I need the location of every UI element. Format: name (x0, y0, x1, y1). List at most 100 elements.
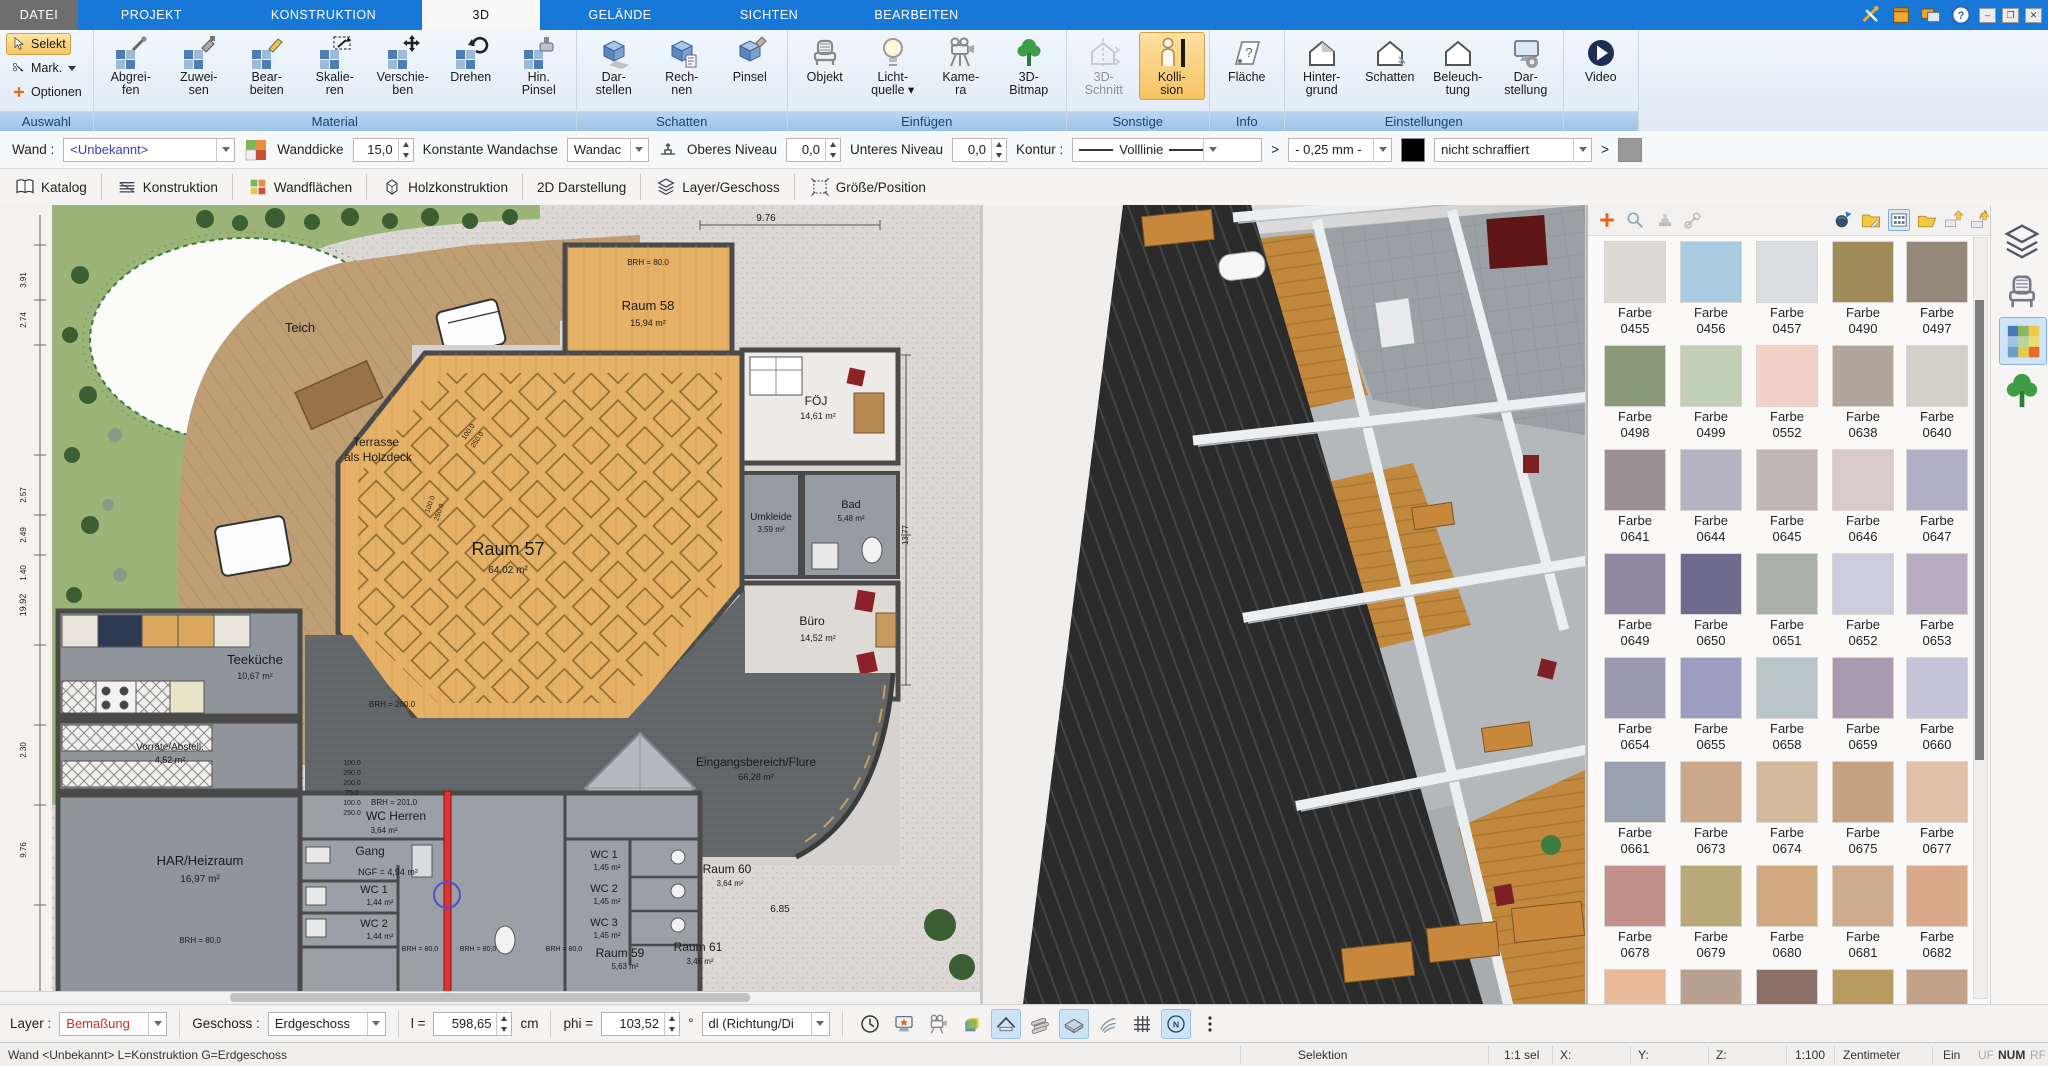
plants-icon[interactable] (1999, 369, 2045, 415)
ribbon-button-schatten[interactable]: Schatten (1357, 32, 1423, 87)
viewport-3d[interactable] (983, 205, 1585, 1004)
color-swatch-0645[interactable] (1756, 449, 1818, 511)
chevron-down-icon[interactable] (1203, 139, 1221, 161)
color-swatch-partial[interactable] (1756, 969, 1818, 1004)
menu-tab-projekt[interactable]: PROJEKT (78, 0, 225, 30)
line-color-swatch[interactable] (1401, 138, 1425, 162)
north-button[interactable]: N (1161, 1009, 1191, 1039)
color-swatch-partial[interactable] (1906, 969, 1968, 1004)
ribbon-button-mark[interactable]: Mark. (6, 57, 81, 79)
stamp-icon[interactable] (1654, 209, 1676, 231)
chevron-down-icon[interactable] (367, 1013, 385, 1035)
tools-icon[interactable] (1859, 3, 1883, 27)
menu-tab-sichten[interactable]: SICHTEN (700, 0, 838, 30)
fill-color-swatch[interactable] (1618, 138, 1642, 162)
color-swatch-0490[interactable] (1832, 241, 1894, 303)
view-tab-konstruktion[interactable]: Konstruktion (102, 169, 232, 205)
chevron-down-icon[interactable] (1373, 139, 1391, 161)
render-button[interactable] (889, 1009, 919, 1039)
layers-icon[interactable] (1999, 219, 2045, 265)
maximize-button[interactable]: ❐ (2002, 8, 2019, 23)
terrain-button[interactable] (1093, 1009, 1123, 1039)
color-swatch-0660[interactable] (1906, 657, 1968, 719)
color-swatch-0644[interactable] (1680, 449, 1742, 511)
color-swatch-0677[interactable] (1906, 761, 1968, 823)
color-swatch-0674[interactable] (1756, 761, 1818, 823)
menu-tab-3d[interactable]: 3D (422, 0, 540, 30)
add-icon[interactable] (1596, 209, 1618, 231)
length-spinner[interactable]: 598,65 (433, 1012, 512, 1036)
ribbon-button-beleuchtung[interactable]: Beleuch- tung (1425, 32, 1491, 100)
color-swatch-0682[interactable] (1906, 865, 1968, 927)
ribbon-button-selekt[interactable]: Selekt (6, 33, 71, 55)
hatch-combo[interactable]: nicht schraffiert (1434, 138, 1592, 162)
view-tab-holzkonstruktion[interactable]: Holzkonstruktion (367, 169, 522, 205)
import-icon[interactable] (1968, 209, 1990, 231)
chevron-down-icon[interactable] (216, 139, 234, 161)
roof-button[interactable] (991, 1009, 1021, 1039)
menu-tab-datei[interactable]: DATEI (0, 0, 78, 30)
time-button[interactable] (855, 1009, 885, 1039)
help-icon[interactable]: ? (1949, 3, 1973, 27)
project-icon[interactable] (1889, 3, 1913, 27)
view-tab-2d-darstellung[interactable]: 2D Darstellung (523, 169, 640, 205)
color-swatch-partial[interactable] (1604, 969, 1666, 1004)
record-button[interactable] (923, 1009, 953, 1039)
color-swatch-0647[interactable] (1906, 449, 1968, 511)
search-icon[interactable] (1624, 209, 1646, 231)
palette-scrollbar[interactable] (1973, 237, 1988, 999)
color-swatch-0497[interactable] (1906, 241, 1968, 303)
colors-icon[interactable] (1999, 317, 2047, 365)
color-swatch-0650[interactable] (1680, 553, 1742, 615)
color-swatch-0681[interactable] (1832, 865, 1894, 927)
export-icon[interactable] (1942, 209, 1964, 231)
wanddicke-spinner[interactable]: 15,0 (353, 138, 414, 162)
layer-cube-button[interactable] (957, 1009, 987, 1039)
scrollbar-thumb[interactable] (230, 993, 750, 1002)
ribbon-button-kollision[interactable]: Kolli- sion (1139, 32, 1205, 100)
view-tab-wandfl-chen[interactable]: Wandflächen (233, 169, 366, 205)
capture-icon[interactable] (1919, 3, 1943, 27)
color-swatch-0649[interactable] (1604, 553, 1666, 615)
wand-type-combo[interactable]: <Unbekannt> (63, 138, 235, 162)
layer-combo[interactable]: Bemaßung (59, 1012, 167, 1036)
ribbon-button-optionen[interactable]: Optionen (6, 81, 87, 103)
ribbon-button-drehen[interactable]: Drehen (438, 32, 504, 87)
ribbon-button-3dbitmap[interactable]: 3D- Bitmap (996, 32, 1062, 100)
color-swatch-0653[interactable] (1906, 553, 1968, 615)
color-swatch-0654[interactable] (1604, 657, 1666, 719)
ribbon-button-abgreifen[interactable]: Abgrei- fen (98, 32, 164, 100)
color-swatch-0675[interactable] (1832, 761, 1894, 823)
ribbon-button-fläche[interactable]: ?Fläche (1214, 32, 1280, 87)
menu-tab-konstruktion[interactable]: KONSTRUKTION (225, 0, 422, 30)
color-swatch-0680[interactable] (1756, 865, 1818, 927)
grid-button[interactable] (1127, 1009, 1157, 1039)
folder-new-icon[interactable] (1860, 209, 1882, 231)
color-swatch-0651[interactable] (1756, 553, 1818, 615)
ribbon-button-hintergrund[interactable]: Hinter- grund (1289, 32, 1355, 100)
chevron-down-icon[interactable] (148, 1013, 166, 1035)
view-grid-icon[interactable] (1888, 209, 1910, 231)
geschoss-combo[interactable]: Erdgeschoss (268, 1012, 386, 1036)
color-swatch-0640[interactable] (1906, 345, 1968, 407)
color-swatch-0455[interactable] (1604, 241, 1666, 303)
ribbon-button-verschieben[interactable]: Verschie- ben (370, 32, 436, 100)
ribbon-button-rechnen[interactable]: Rech- nen (649, 32, 715, 100)
ribbon-button-kamera[interactable]: Kame- ra (928, 32, 994, 100)
color-swatch-0638[interactable] (1832, 345, 1894, 407)
folder-open-icon[interactable] (1916, 209, 1938, 231)
scrollbar-thumb[interactable] (1975, 300, 1984, 760)
linestyle-combo[interactable]: Volllinie (1072, 138, 1262, 162)
view-tab-gr-e-position[interactable]: Größe/Position (795, 169, 940, 205)
color-swatch-partial[interactable] (1680, 969, 1742, 1004)
unteres-niveau-spinner[interactable]: 0,0 (952, 138, 1007, 162)
view-tab-layer-geschoss[interactable]: Layer/Geschoss (641, 169, 794, 205)
floorplan-2d-viewport[interactable]: TeichBRH = 80.0Raum 5815,94 m²9.76FÖJ14,… (0, 205, 983, 1004)
color-swatch-0457[interactable] (1756, 241, 1818, 303)
color-swatch-0678[interactable] (1604, 865, 1666, 927)
menu-tab-gelände[interactable]: GELÄNDE (540, 0, 700, 30)
color-swatch-0641[interactable] (1604, 449, 1666, 511)
color-swatch-0659[interactable] (1832, 657, 1894, 719)
ceiling-button[interactable] (1059, 1009, 1089, 1039)
ribbon-button-lichtquelle[interactable]: Licht- quelle ▾ (860, 32, 926, 100)
